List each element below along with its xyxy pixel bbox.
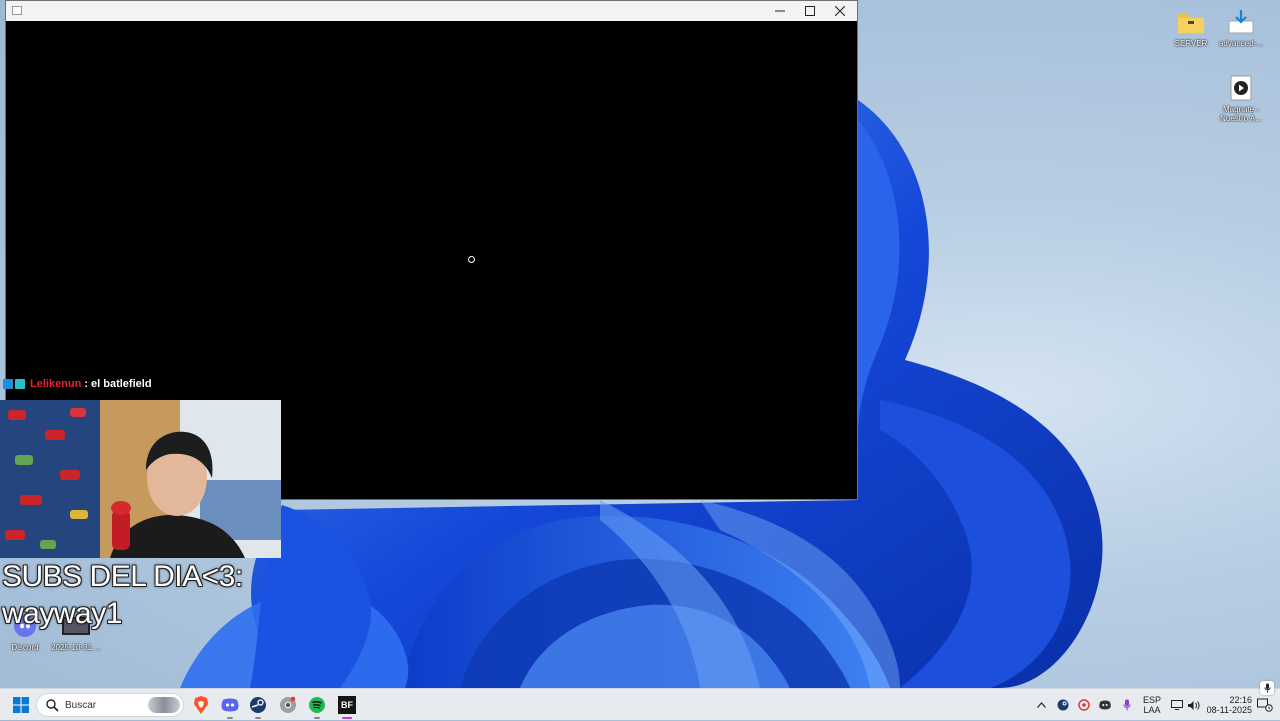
tray-app[interactable] [1076, 689, 1092, 721]
media-play-icon [1226, 74, 1256, 102]
tray-network[interactable] [1170, 689, 1184, 721]
tray-volume[interactable] [1185, 689, 1201, 721]
microphone-icon [1263, 683, 1271, 693]
taskbar-app-spotify[interactable] [304, 689, 330, 721]
minimize-icon [775, 10, 785, 12]
tray-discord[interactable] [1097, 689, 1113, 721]
tray-microphone[interactable] [1119, 689, 1135, 721]
loading-spinner-icon [468, 256, 475, 263]
maximize-icon [805, 6, 815, 16]
app-tray-icon [1078, 699, 1090, 711]
clock-time: 22:16 [1229, 695, 1252, 705]
webcam-feed [0, 400, 281, 558]
notification-bell-icon [1257, 698, 1273, 712]
running-indicator [314, 717, 320, 719]
chevron-up-icon [1036, 702, 1046, 708]
mic-in-use-indicator[interactable] [1260, 681, 1274, 695]
steam-icon [250, 697, 266, 713]
steam-tray-icon [1057, 699, 1069, 711]
volume-icon [1187, 700, 1199, 710]
tray-clock[interactable]: 22:16 08-11-2025 [1206, 689, 1252, 721]
windows-start-icon [13, 697, 29, 713]
tray-language[interactable]: ESP LAA [1140, 689, 1164, 721]
start-button[interactable] [6, 689, 36, 721]
subs-of-the-day-name: wayway1 [2, 597, 122, 630]
keyboard-layout: LAA [1143, 705, 1161, 715]
maximize-button[interactable] [795, 1, 825, 21]
bf-app-icon: BF [338, 696, 356, 714]
desktop-icon-label: advanced-... [1218, 39, 1264, 48]
brave-browser-icon [194, 696, 208, 714]
microphone-icon [1123, 699, 1131, 711]
close-button[interactable] [825, 1, 855, 21]
taskbar-app-bf[interactable]: BF [334, 689, 360, 721]
minimize-button[interactable] [765, 1, 795, 21]
taskbar: Buscar BF ESP LAA 22:16 08-11-2025 [0, 688, 1280, 720]
desktop-icon-label: 2025-10-31 ... [51, 643, 101, 652]
clock-date: 08-11-2025 [1206, 705, 1252, 715]
chat-username: Lelikenun [30, 377, 82, 390]
taskbar-app-steam[interactable] [245, 689, 271, 721]
taskbar-app-discord[interactable] [217, 689, 243, 721]
language-code: ESP [1142, 695, 1161, 705]
running-indicator [255, 717, 261, 719]
spotify-icon [309, 697, 325, 713]
taskbar-app-chrome[interactable] [275, 689, 301, 721]
running-indicator [342, 717, 352, 719]
chat-text: el batlefield [91, 377, 152, 390]
download-icon [1226, 8, 1256, 36]
chat-separator: : [84, 377, 89, 390]
chat-message: Lelikenun : el batlefield [3, 376, 152, 391]
running-indicator [227, 717, 233, 719]
window-titlebar[interactable] [6, 1, 857, 21]
tray-steam[interactable] [1055, 689, 1071, 721]
search-highlight-art [148, 697, 180, 713]
taskbar-search[interactable]: Buscar [36, 693, 184, 717]
desktop-icon-advanced[interactable]: advanced-... [1211, 8, 1271, 48]
desktop-icon-label: Magnate - Nuestro A... [1220, 105, 1262, 123]
search-placeholder: Buscar [65, 699, 97, 711]
chrome-icon [280, 696, 296, 713]
discord-icon [221, 698, 239, 712]
chat-badge-icon [15, 378, 25, 389]
network-icon [1171, 700, 1183, 710]
tray-overflow-button[interactable] [1034, 689, 1048, 721]
subs-of-the-day-title: SUBS DEL DIA<3: [2, 560, 243, 593]
search-icon [46, 699, 59, 712]
discord-tray-icon [1099, 700, 1111, 710]
folder-icon [1176, 8, 1206, 36]
window-app-icon [12, 6, 22, 15]
chat-badge-icon [3, 378, 13, 389]
desktop-icon-magnate[interactable]: Magnate - Nuestro A... [1211, 74, 1271, 123]
close-icon [835, 6, 845, 16]
taskbar-app-brave[interactable] [188, 689, 214, 721]
